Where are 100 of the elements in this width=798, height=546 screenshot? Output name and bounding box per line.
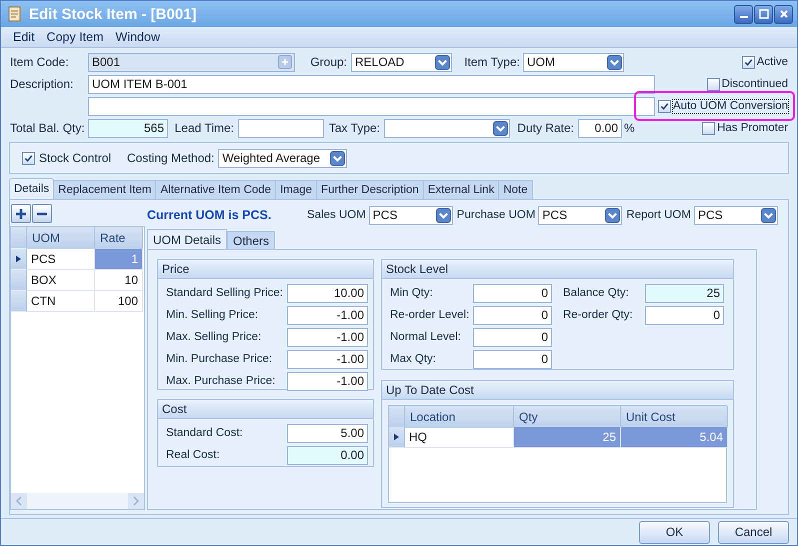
menu-item[interactable]: Edit xyxy=(7,30,41,44)
field-label: Group: xyxy=(309,55,348,69)
tab[interactable]: Image xyxy=(275,180,318,199)
table-cell: 100 xyxy=(95,291,143,312)
input-field[interactable] xyxy=(238,118,324,138)
tab[interactable]: Note xyxy=(498,180,533,199)
column-header[interactable]: Location xyxy=(405,406,514,428)
checkbox[interactable] xyxy=(22,152,35,164)
dropdown-icon xyxy=(607,54,622,70)
remove-button[interactable] xyxy=(32,204,52,223)
tab[interactable]: Replacement Item xyxy=(53,180,156,199)
item-type-select[interactable]: UOM xyxy=(523,52,624,72)
dropdown-icon xyxy=(330,150,346,166)
input-field[interactable]: 25 xyxy=(645,284,724,302)
tax-type-select[interactable] xyxy=(384,118,510,138)
input-field[interactable]: -1.00 xyxy=(287,372,368,390)
input-field[interactable]: 0 xyxy=(645,306,724,324)
input-field[interactable]: 0.00 xyxy=(578,118,622,138)
uom-select[interactable]: PCS xyxy=(694,206,778,224)
field-label: Costing Method: xyxy=(127,151,214,165)
uom-select[interactable]: PCS xyxy=(538,206,622,224)
dialog-button[interactable]: Cancel xyxy=(718,520,789,544)
current-row-icon xyxy=(394,433,399,441)
field-label: Standard Cost: xyxy=(166,427,244,439)
tab[interactable]: UOM Details xyxy=(147,229,228,249)
checkbox[interactable] xyxy=(702,122,716,134)
checkbox[interactable] xyxy=(658,100,671,112)
dropdown-icon xyxy=(493,120,508,136)
checkbox[interactable] xyxy=(706,78,720,90)
table-cell: 10 xyxy=(95,270,143,291)
input-field[interactable]: -1.00 xyxy=(287,306,368,324)
checkbox[interactable] xyxy=(742,56,755,68)
menu-item[interactable]: Window xyxy=(110,30,166,44)
tab[interactable]: Further Description xyxy=(316,180,424,199)
checkbox-label: Has Promoter xyxy=(717,122,788,134)
tab[interactable]: Alternative Item Code xyxy=(155,180,276,199)
input-field[interactable]: 0 xyxy=(473,284,552,302)
input-field[interactable]: UOM ITEM B-001 xyxy=(88,74,655,94)
column-header[interactable]: Qty xyxy=(514,406,621,428)
field-label: Item Type: xyxy=(463,55,521,69)
checkbox-label: Stock Control xyxy=(39,151,112,165)
current-row-icon xyxy=(16,255,21,263)
plus-icon xyxy=(14,206,28,220)
group-select[interactable]: RELOAD xyxy=(351,52,452,72)
row-selector[interactable] xyxy=(389,427,405,448)
minimize-icon xyxy=(740,16,748,18)
column-header[interactable]: Unit Cost xyxy=(621,406,728,428)
input-field[interactable]: 0 xyxy=(473,328,552,346)
dropdown-icon xyxy=(605,208,620,222)
field-label: Max Qty: xyxy=(390,353,438,365)
tab[interactable]: Details xyxy=(9,178,54,199)
menu-item[interactable]: Copy Item xyxy=(40,30,110,44)
maximize-button[interactable] xyxy=(754,4,773,24)
scroll-bar[interactable] xyxy=(11,493,144,509)
field-label: Tax Type: xyxy=(328,121,381,135)
close-button[interactable] xyxy=(774,4,793,24)
field-label: Sales UOM xyxy=(307,209,366,221)
field-label: Lead Time: xyxy=(174,121,235,135)
dropdown-icon xyxy=(435,54,450,70)
input-field[interactable]: 5.00 xyxy=(287,424,368,442)
input-field[interactable]: -1.00 xyxy=(287,350,368,368)
field-label: Real Cost: xyxy=(166,449,221,461)
uom-select[interactable]: PCS xyxy=(368,206,453,224)
input-field[interactable]: 565 xyxy=(88,118,168,138)
field-label: Standard Selling Price: xyxy=(166,287,284,299)
field-label: Total Bal. Qty: xyxy=(10,121,86,135)
input-field[interactable]: 0 xyxy=(473,350,552,368)
table-cell: 5.04 xyxy=(621,427,728,448)
tab[interactable]: External Link xyxy=(422,180,500,199)
input-field[interactable]: 0.00 xyxy=(287,446,368,464)
tab[interactable]: Others xyxy=(227,231,276,249)
field-label: Item Code: xyxy=(10,55,70,69)
field-label: Balance Qty: xyxy=(563,287,630,299)
field-label: Purchase UOM xyxy=(456,209,536,221)
checkbox-label: Auto UOM Conversion xyxy=(673,100,788,112)
input-field[interactable] xyxy=(88,96,655,116)
costing-method-select[interactable]: Weighted Average xyxy=(218,148,348,168)
table-cell: BOX xyxy=(27,270,95,291)
input-field[interactable]: 10.00 xyxy=(287,284,368,302)
input-field[interactable]: -1.00 xyxy=(287,328,368,346)
input-field[interactable]: 0 xyxy=(473,306,552,324)
panel-title: Price xyxy=(158,260,373,279)
field-label: Re-order Qty: xyxy=(563,309,634,321)
field-label: Max. Purchase Price: xyxy=(166,375,276,387)
dialog-button[interactable]: OK xyxy=(639,520,710,544)
column-header[interactable]: Rate xyxy=(95,227,143,249)
panel-title: Stock Level xyxy=(382,260,733,279)
column-header[interactable]: UOM xyxy=(27,227,95,249)
panel-title: Cost xyxy=(158,400,373,419)
window-title: Edit Stock Item - [B001] xyxy=(29,6,198,22)
row-selector[interactable] xyxy=(11,249,27,270)
minimize-button[interactable] xyxy=(734,4,753,24)
item-code-field[interactable]: B001 xyxy=(88,52,295,72)
field-label: Max. Selling Price: xyxy=(166,331,262,343)
table-cell: CTN xyxy=(27,291,95,312)
field-label: Min Qty: xyxy=(390,287,434,299)
checkbox-label: Discontinued xyxy=(722,78,788,90)
add-button[interactable] xyxy=(11,204,31,223)
document-icon xyxy=(7,6,23,22)
checkbox-label: Active xyxy=(756,56,788,68)
